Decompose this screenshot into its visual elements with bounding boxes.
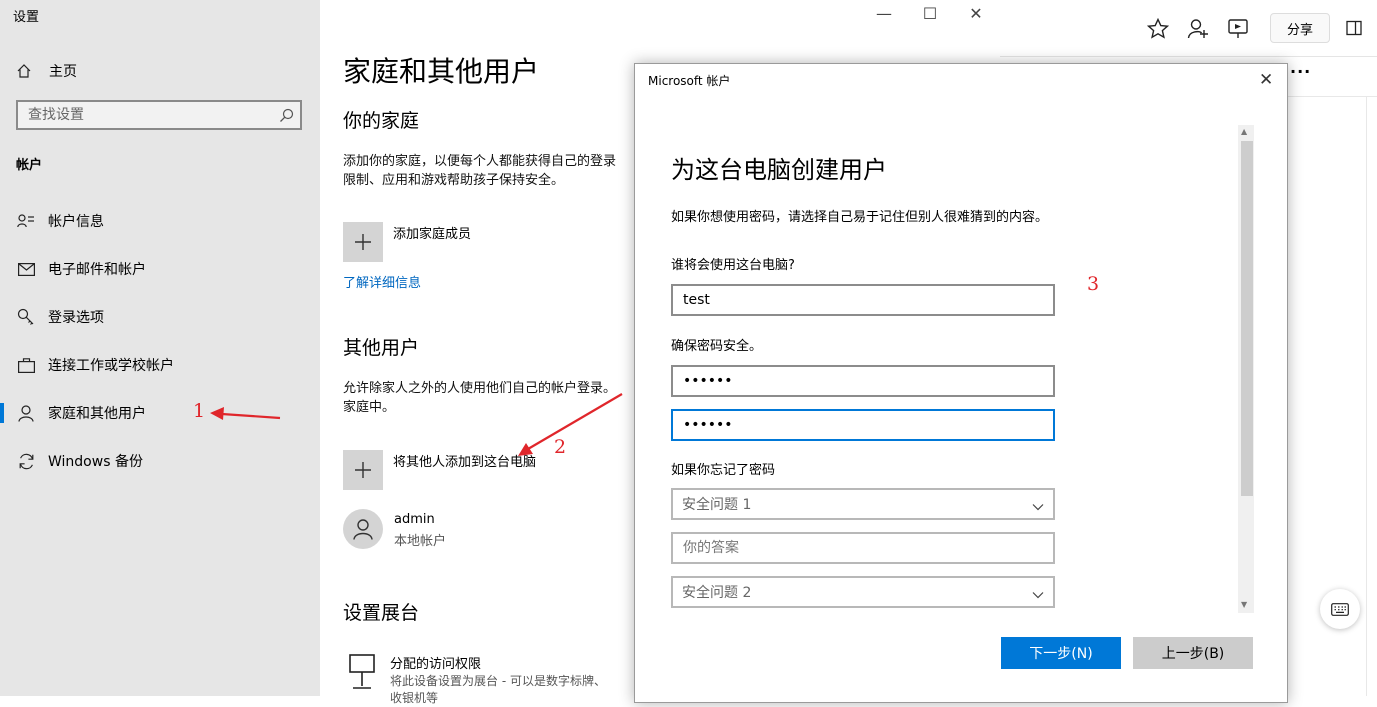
favorite-star-icon[interactable] [1146,17,1170,43]
dialog-title: Microsoft 帐户 [648,74,731,88]
family-description: 添加你的家庭，以便每个人都能获得自己的登录 限制、应用和游戏帮助孩子保持安全。 [343,152,616,190]
username-label: 谁将会使用这台电脑? [671,258,795,273]
family-desc-line: 限制、应用和游戏帮助孩子保持安全。 [343,173,565,188]
family-heading: 你的家庭 [343,110,420,132]
annotation-3: 3 [1087,273,1100,295]
content-divider [1288,96,1377,97]
security-answer-field[interactable] [671,532,1055,564]
username-field[interactable] [671,284,1055,316]
password-field[interactable] [671,365,1055,397]
cast-icon[interactable] [1227,18,1249,44]
search-input[interactable] [18,102,278,128]
person-card-icon [15,211,37,231]
sidebar-item-backup[interactable]: Windows 备份 [0,445,320,477]
sidebar-home[interactable]: 主页 [16,60,77,82]
sidebar-section-title: 帐户 [16,158,43,173]
security-question-1-select[interactable]: 安全问题 1 [671,488,1055,520]
more-options-icon[interactable]: ··· [1290,62,1311,81]
add-family-member-button[interactable]: 添加家庭成员 [343,222,471,262]
user-account-type: 本地帐户 [394,534,447,549]
sidebar-item-sign-in[interactable]: 登录选项 [0,301,320,333]
sync-icon [15,451,37,471]
settings-sidebar: 设置 主页 帐户 帐户信息 电子邮件和帐户 登录选项 连接工作 [0,0,320,696]
dialog-intro: 如果你想使用密码，请选择自己易于记住但别人很难猜到的内容。 [671,210,1049,225]
scrollbar-thumb[interactable] [1241,141,1253,496]
maximize-icon[interactable]: ☐ [916,4,944,23]
window-title: 设置 [13,10,40,25]
sidebar-item-label: 家庭和其他用户 [48,406,146,422]
key-icon [15,307,37,327]
confirm-password-input[interactable] [673,411,1053,439]
mail-icon [15,259,37,279]
avatar[interactable] [343,509,383,549]
other-users-desc-line: 允许除家人之外的人使用他们自己的帐户登录。 [343,381,617,396]
security-answer-input[interactable] [673,534,1053,562]
sidebar-item-label: 电子邮件和帐户 [48,262,146,278]
confirm-password-field[interactable] [671,409,1055,441]
kiosk-icon [348,654,376,694]
security-question-2-value: 安全问题 2 [682,585,752,601]
sidebar-item-family[interactable]: 家庭和其他用户 [0,397,320,429]
next-button[interactable]: 下一步(N) [1001,637,1121,669]
plus-icon [343,222,383,262]
username-input[interactable] [673,286,1053,314]
home-icon [16,63,36,79]
user-name: admin [394,512,435,527]
add-other-user-button[interactable]: 将其他人添加到这台电脑 [343,450,536,490]
plus-icon [343,450,383,490]
dialog-close-icon[interactable]: ✕ [1259,70,1273,90]
user-icon [353,519,373,540]
person-icon [15,403,37,423]
minimize-icon[interactable]: — [870,4,898,23]
chevron-down-icon [1032,499,1044,515]
learn-more-link[interactable]: 了解详细信息 [343,272,421,291]
close-icon[interactable]: ✕ [962,4,990,23]
panel-divider [1366,96,1367,696]
add-family-member-label: 添加家庭成员 [393,226,472,242]
kiosk-item-title[interactable]: 分配的访问权限 [390,653,481,672]
password-input[interactable] [673,367,1053,395]
add-profile-icon[interactable] [1187,18,1209,44]
other-users-heading: 其他用户 [343,337,420,359]
keyboard-button[interactable] [1320,589,1360,629]
sidebar-home-label: 主页 [49,64,77,80]
forgot-password-label: 如果你忘记了密码 [671,463,776,478]
sidebar-toggle-icon[interactable] [1346,20,1362,40]
chevron-down-icon [1032,587,1044,603]
sidebar-item-label: Windows 备份 [48,454,143,470]
sidebar-item-email[interactable]: 电子邮件和帐户 [0,253,320,285]
password-label: 确保密码安全。 [671,339,763,354]
kiosk-desc-line: 将此设备设置为展台 - 可以是数字标牌、 [390,674,606,688]
add-other-user-label: 将其他人添加到这台电脑 [393,454,537,470]
other-users-desc-line: 家庭中。 [343,400,396,415]
security-question-2-select[interactable]: 安全问题 2 [671,576,1055,608]
sidebar-item-label: 帐户信息 [48,214,104,230]
page-title: 家庭和其他用户 [343,55,540,88]
microsoft-account-dialog: Microsoft 帐户 ✕ 为这台电脑创建用户 如果你想使用密码，请选择自己易… [634,63,1288,703]
sidebar-item-work-school[interactable]: 连接工作或学校帐户 [0,349,320,381]
other-users-description: 允许除家人之外的人使用他们自己的帐户登录。 家庭中。 [343,379,616,417]
search-icon[interactable] [279,108,294,127]
annotation-2: 2 [554,436,567,458]
dialog-heading: 为这台电脑创建用户 [671,156,887,184]
toolbar-divider [1000,56,1377,57]
family-desc-line: 添加你的家庭，以便每个人都能获得自己的登录 [343,154,617,169]
kiosk-heading: 设置展台 [343,602,420,624]
sidebar-item-label: 登录选项 [48,310,104,326]
sidebar-item-label: 连接工作或学校帐户 [48,358,174,374]
briefcase-icon [15,355,37,375]
annotation-1: 1 [193,400,206,422]
search-box[interactable] [16,100,302,130]
kiosk-desc-line: 收银机等 [390,691,439,705]
keyboard-icon [1331,602,1349,616]
scroll-down-icon[interactable]: ▼ [1241,600,1247,609]
security-question-1-value: 安全问题 1 [682,497,752,513]
sidebar-item-account-info[interactable]: 帐户信息 [0,205,320,237]
kiosk-item-description: 将此设备设置为展台 - 可以是数字标牌、 收银机等 [390,673,606,707]
scroll-up-icon[interactable]: ▲ [1241,127,1247,136]
back-button[interactable]: 上一步(B) [1133,637,1253,669]
share-button[interactable]: 分享 [1270,13,1330,43]
